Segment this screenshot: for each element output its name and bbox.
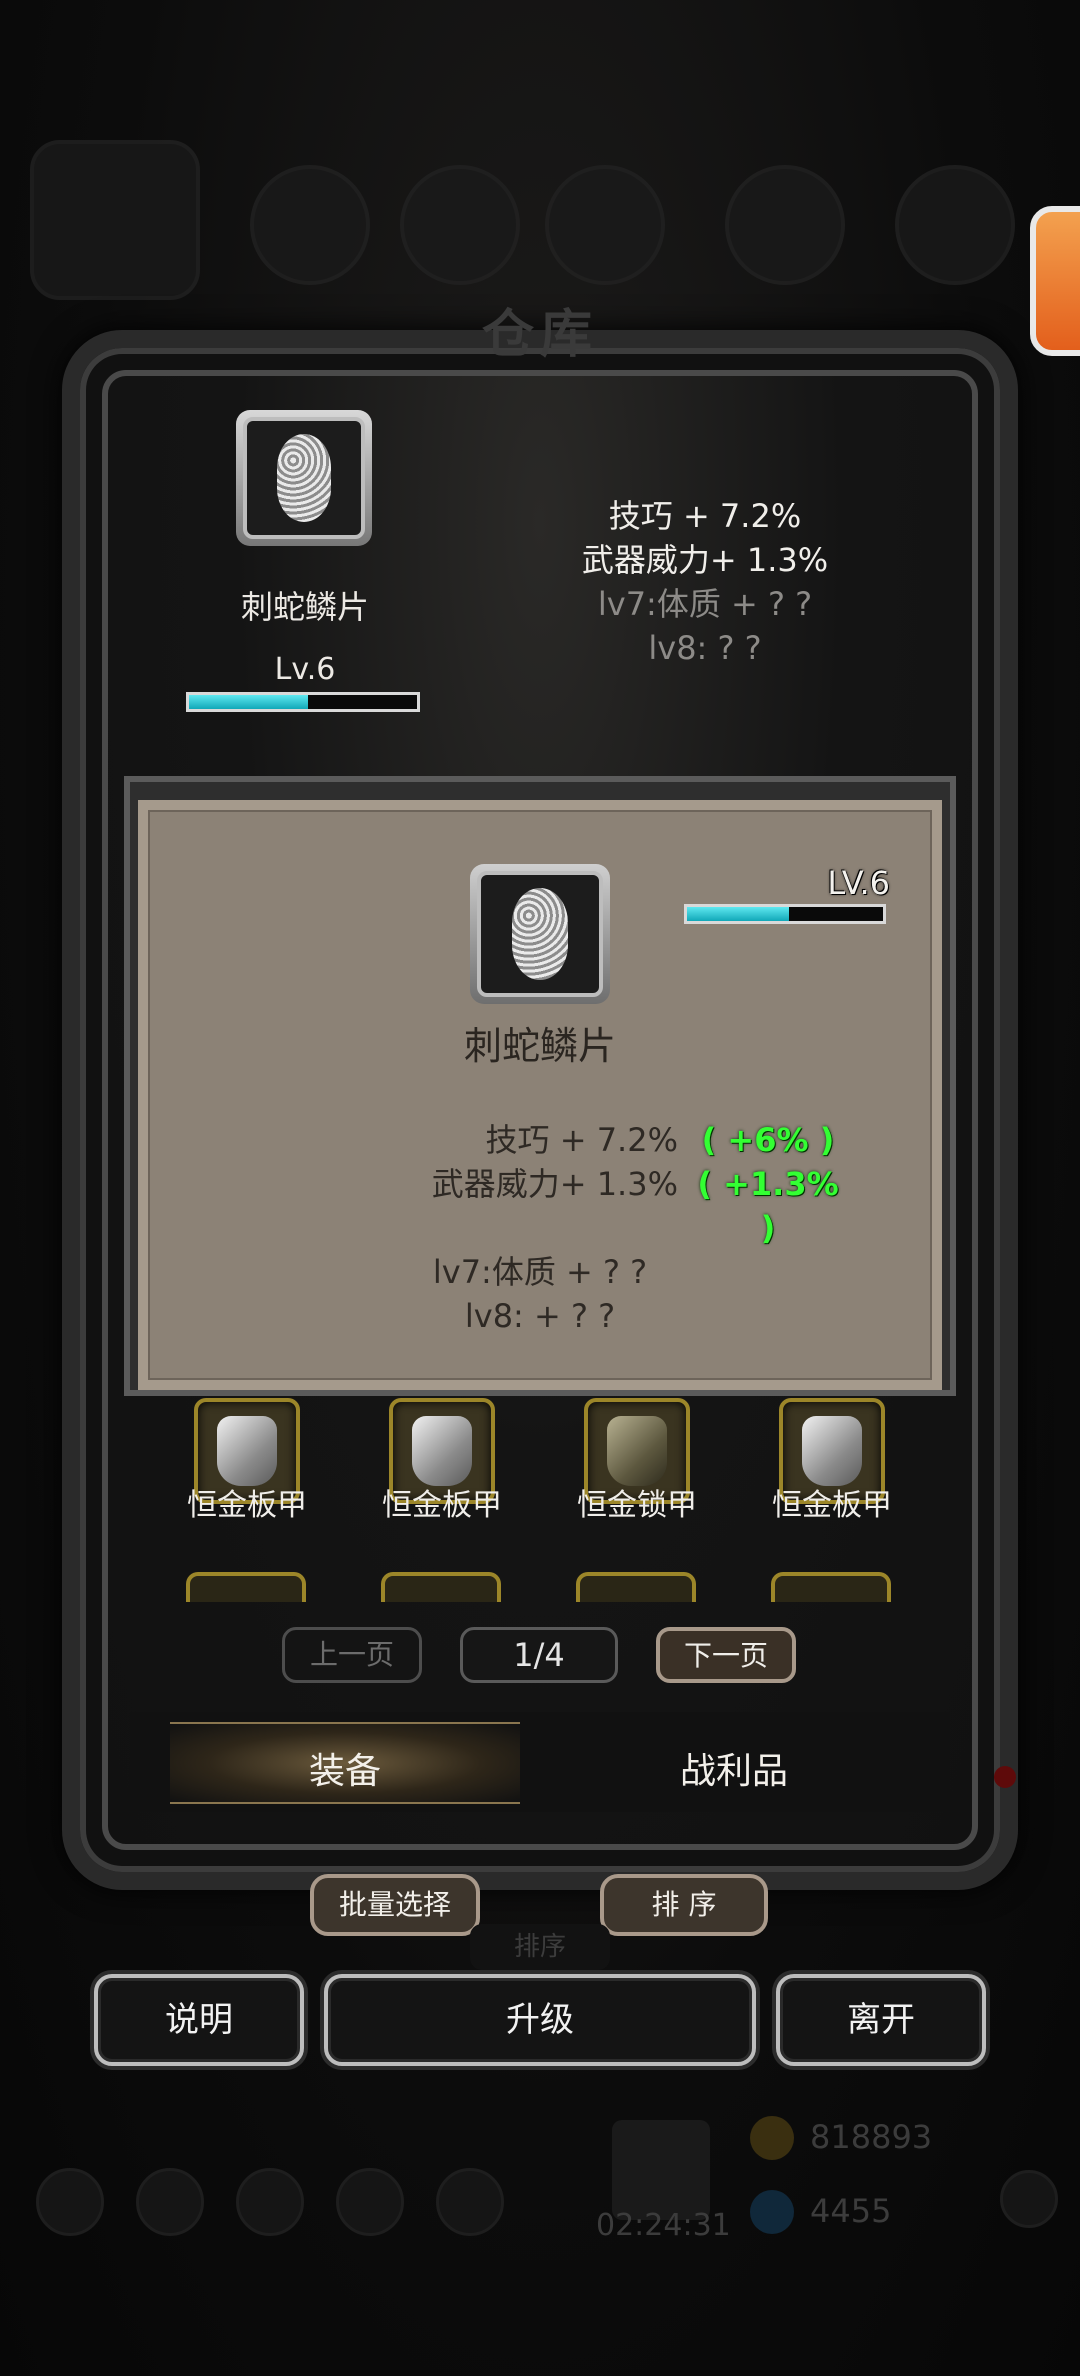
inventory-item-label: 恒金板甲 bbox=[382, 1488, 502, 1523]
scale-item-icon bbox=[243, 417, 365, 539]
background-menu-icon-4 bbox=[725, 165, 845, 285]
detail-stat-line: 技巧 + 7.2% bbox=[485, 1121, 678, 1159]
background-bottom-icon-2 bbox=[136, 2168, 204, 2236]
selected-item-slot[interactable] bbox=[236, 410, 372, 546]
tab-loot[interactable]: 战利品 bbox=[634, 1742, 834, 1794]
background-gem-icon bbox=[750, 2190, 794, 2234]
selected-item-level: Lv.6 bbox=[274, 652, 336, 687]
background-bottom-icon-4 bbox=[336, 2168, 404, 2236]
background-add-icon bbox=[1000, 2170, 1058, 2228]
detail-stat-line: 武器威力+ 1.3% bbox=[431, 1165, 678, 1203]
background-bottom-icon-1 bbox=[36, 2168, 104, 2236]
upgrade-button[interactable]: 升级 bbox=[324, 1974, 756, 2066]
window-title: 仓库 bbox=[481, 305, 598, 365]
detail-locked-line: lv7:体质 + ? ? bbox=[432, 1253, 648, 1291]
selected-stat-line: 技巧 + 7.2% bbox=[608, 497, 802, 535]
plate-armor-icon bbox=[802, 1416, 862, 1486]
inventory-item-label: 恒金板甲 bbox=[772, 1488, 892, 1523]
background-menu-icon-2 bbox=[400, 165, 520, 285]
detail-item-slot bbox=[470, 864, 610, 1004]
background-timer: 02:24:31 bbox=[596, 2208, 731, 2243]
leave-button[interactable]: 离开 bbox=[776, 1974, 986, 2066]
detail-item-name: 刺蛇鳞片 bbox=[463, 1024, 616, 1068]
selected-item-level-fill bbox=[189, 695, 308, 709]
page-indicator: 1/4 bbox=[460, 1627, 618, 1683]
plate-armor-icon bbox=[217, 1416, 277, 1486]
detail-stats: 技巧 + 7.2% 武器威力+ 1.3% bbox=[398, 1118, 678, 1206]
background-menu-icon-3 bbox=[545, 165, 665, 285]
selected-item-name: 刺蛇鳞片 bbox=[240, 588, 369, 626]
detail-item-level-bar bbox=[684, 904, 886, 924]
background-sort-label: 排序 bbox=[470, 1924, 610, 1970]
detail-bonus-line: ( +6% ) bbox=[701, 1121, 835, 1159]
detail-locked-line: lv8: + ? ? bbox=[464, 1297, 616, 1335]
selected-locked-stat-line: lv7:体质 + ? ? bbox=[597, 585, 813, 623]
help-button[interactable]: 说明 bbox=[94, 1974, 304, 2066]
next-page-button[interactable]: 下一页 bbox=[656, 1627, 796, 1683]
detail-bonuses: ( +6% ) ( +1.3% ) bbox=[688, 1118, 848, 1250]
detail-bonus-line: ( +1.3% ) bbox=[697, 1165, 839, 1247]
inventory-item-label: 恒金板甲 bbox=[187, 1488, 307, 1523]
detail-item-level: LV.6 bbox=[827, 864, 890, 902]
inventory-slot-partial[interactable] bbox=[771, 1572, 891, 1602]
detail-locked-stats: lv7:体质 + ? ? lv8: + ? ? bbox=[400, 1250, 680, 1338]
sort-button[interactable]: 排 序 bbox=[600, 1874, 768, 1936]
inventory-item-label: 恒金锁甲 bbox=[577, 1488, 697, 1523]
prev-page-button[interactable]: 上一页 bbox=[282, 1627, 422, 1683]
background-menu-icon-1 bbox=[250, 165, 370, 285]
tab-equipment[interactable]: 装备 bbox=[245, 1742, 445, 1794]
scale-item-icon bbox=[477, 871, 603, 997]
detail-item-level-fill bbox=[687, 907, 789, 921]
inventory-slot-partial[interactable] bbox=[186, 1572, 306, 1602]
notification-dot bbox=[994, 1766, 1016, 1788]
background-gold-amount: 818893 bbox=[810, 2118, 933, 2156]
inventory-slot-partial[interactable] bbox=[381, 1572, 501, 1602]
background-gold-icon bbox=[750, 2116, 794, 2160]
plate-armor-icon bbox=[412, 1416, 472, 1486]
background-bottom-icon-3 bbox=[236, 2168, 304, 2236]
background-gift-icon bbox=[612, 2120, 710, 2220]
background-crown-icon bbox=[30, 140, 200, 300]
background-bottom-icon-5 bbox=[436, 2168, 504, 2236]
selected-stat-line: 武器威力+ 1.3% bbox=[581, 541, 829, 579]
inventory-slot-partial[interactable] bbox=[576, 1572, 696, 1602]
chain-armor-icon bbox=[607, 1416, 667, 1486]
background-gem-amount: 4455 bbox=[810, 2192, 892, 2230]
selected-item-level-bar bbox=[186, 692, 420, 712]
background-menu-icon-5 bbox=[895, 165, 1015, 285]
selected-item-stats: 技巧 + 7.2% 武器威力+ 1.3% lv7:体质 + ? ? lv8: ?… bbox=[560, 494, 850, 670]
batch-select-button[interactable]: 批量选择 bbox=[310, 1874, 480, 1936]
selected-locked-stat-line: lv8: ? ? bbox=[648, 629, 762, 667]
